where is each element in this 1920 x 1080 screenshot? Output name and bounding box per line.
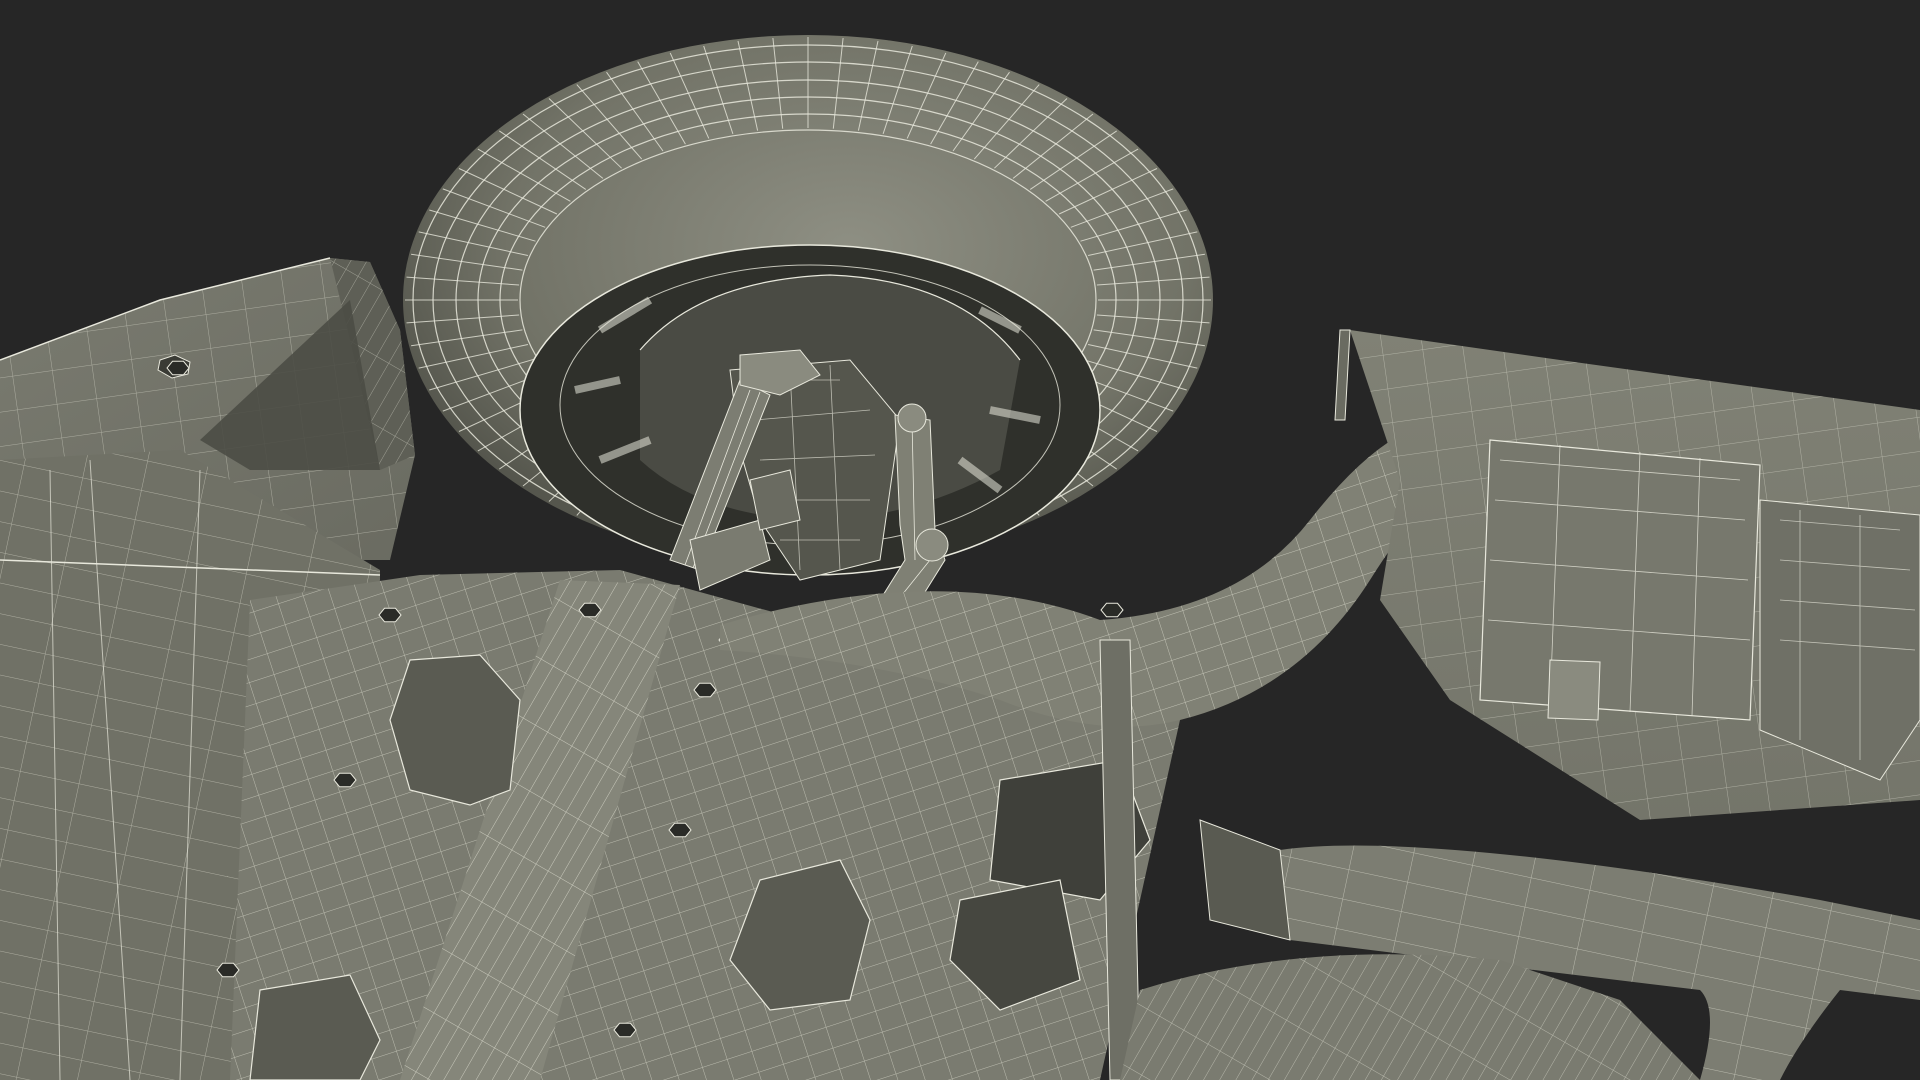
raised-panel <box>1479 439 1761 721</box>
bolt <box>693 682 717 698</box>
bolt <box>613 1022 637 1038</box>
wireframe-render <box>0 0 1920 1080</box>
bolt <box>216 962 240 978</box>
bolt <box>166 360 190 376</box>
bolt <box>378 607 402 623</box>
bolt <box>333 772 357 788</box>
bolt <box>668 822 692 838</box>
bolt <box>1100 602 1124 618</box>
bolt <box>578 602 602 618</box>
floor-cutout <box>389 654 521 806</box>
